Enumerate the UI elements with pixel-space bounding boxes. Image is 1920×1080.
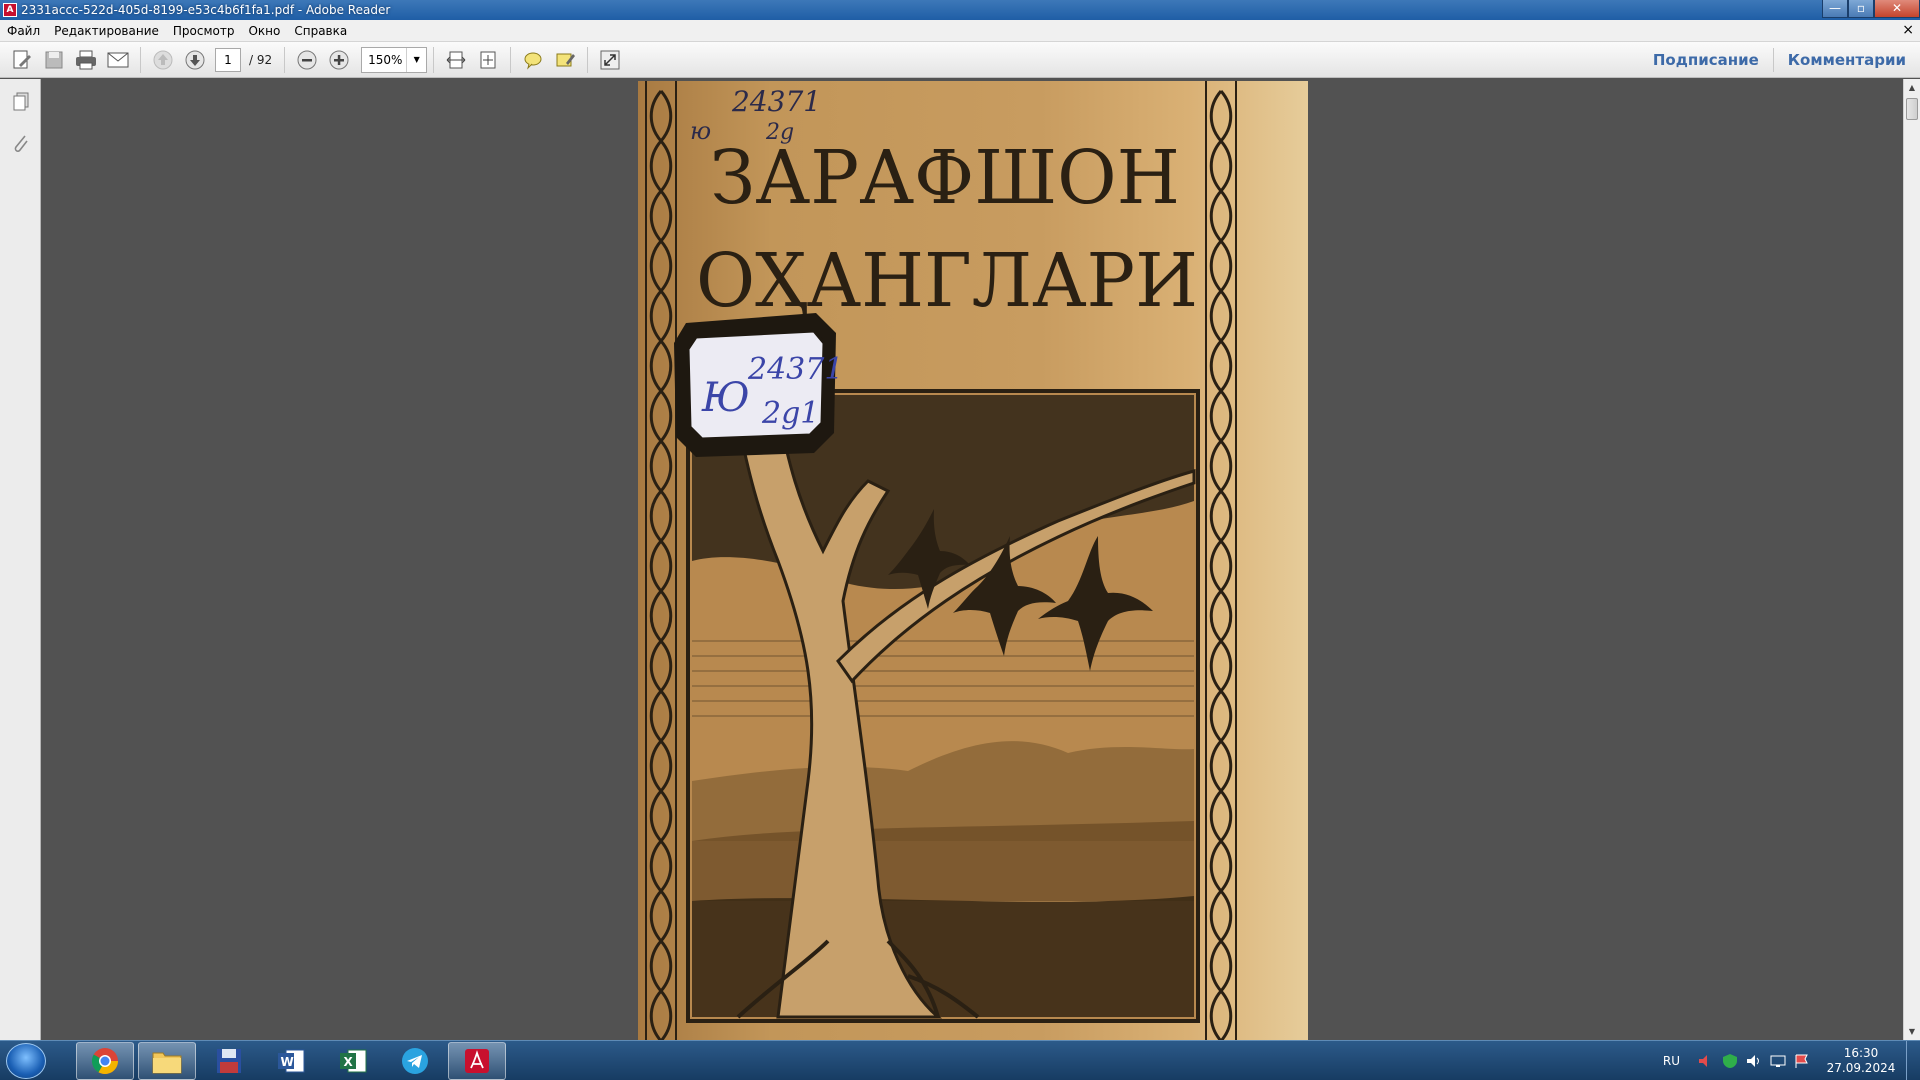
taskbar: W X RU 16:30 27.09.2024 xyxy=(0,1040,1920,1080)
handwritten-prefix: ю xyxy=(690,117,711,145)
attachments-icon[interactable] xyxy=(0,123,41,165)
stamp-prefix: Ю xyxy=(701,375,750,421)
library-stamp: 24371 Ю 2g1 xyxy=(674,313,843,457)
taskbar-save-app[interactable] xyxy=(200,1042,258,1080)
security-icon[interactable] xyxy=(1721,1053,1739,1069)
taskbar-chrome[interactable] xyxy=(76,1042,134,1080)
window-controls: — ▫ ✕ xyxy=(1822,0,1920,18)
page-number-input[interactable]: 1 xyxy=(215,47,241,72)
menu-help[interactable]: Справка xyxy=(287,24,354,38)
document-view[interactable]: 24371 ю 2g ЗАРАФШОН ОҲАНГЛАРИ 24371 Ю 2g… xyxy=(41,79,1903,1040)
clock[interactable]: 16:30 27.09.2024 xyxy=(1822,1046,1900,1076)
network-icon[interactable] xyxy=(1769,1053,1787,1069)
cover-title-line1: ЗАРАФШОН xyxy=(710,135,1180,221)
toolbar-separator xyxy=(587,46,589,73)
comment-icon[interactable] xyxy=(519,46,547,74)
toolbar: 1 / 92 150% ▼ Подписание Комментарии xyxy=(0,42,1920,78)
navigation-pane xyxy=(0,79,41,1040)
menu-window[interactable]: Окно xyxy=(241,24,287,38)
close-window-button[interactable]: ✕ xyxy=(1874,0,1920,18)
book-cover-illustration: 24371 ю 2g ЗАРАФШОН ОҲАНГЛАРИ 24371 Ю 2g… xyxy=(645,81,1237,1040)
taskbar-explorer[interactable] xyxy=(138,1042,196,1080)
show-desktop-button[interactable] xyxy=(1906,1041,1920,1080)
save-disk-icon xyxy=(217,1049,241,1073)
toolbar-separator xyxy=(433,46,435,73)
word-icon: W xyxy=(278,1049,305,1073)
toolbar-separator xyxy=(140,46,141,73)
vertical-scrollbar[interactable]: ▲ ▼ xyxy=(1903,79,1920,1040)
zoom-in-icon[interactable] xyxy=(325,46,353,74)
stamp-code: 2g1 xyxy=(761,396,819,431)
taskbar-excel[interactable]: X xyxy=(324,1042,382,1080)
highlight-icon[interactable] xyxy=(551,46,579,74)
excel-icon: X xyxy=(340,1049,367,1073)
action-center-flag-icon[interactable] xyxy=(1793,1053,1811,1069)
menu-view[interactable]: Просмотр xyxy=(166,24,242,38)
adobe-reader-icon xyxy=(465,1049,489,1073)
page-thumbnails-icon[interactable] xyxy=(0,81,41,123)
next-page-icon[interactable] xyxy=(181,46,209,74)
telegram-icon xyxy=(402,1048,428,1074)
file-explorer-icon xyxy=(152,1052,182,1074)
taskbar-telegram[interactable] xyxy=(386,1042,444,1080)
stamp-number: 24371 xyxy=(747,352,843,387)
comments-link[interactable]: Комментарии xyxy=(1774,51,1908,69)
page-total: / 92 xyxy=(249,52,273,67)
create-pdf-icon[interactable] xyxy=(8,46,36,74)
previous-page-icon[interactable] xyxy=(149,46,177,74)
print-icon[interactable] xyxy=(72,46,100,74)
taskbar-word[interactable]: W xyxy=(262,1042,320,1080)
language-indicator[interactable]: RU xyxy=(1663,1054,1680,1068)
window-titlebar: A 2331accc-522d-405d-8199-e53c4b6f1fa1.p… xyxy=(0,0,1920,20)
system-tray: RU 16:30 27.09.2024 xyxy=(1663,1041,1920,1080)
cover-title-line2: ОҲАНГЛАРИ xyxy=(696,238,1198,324)
chevron-down-icon[interactable]: ▼ xyxy=(406,47,426,72)
chrome-icon xyxy=(91,1048,119,1075)
menu-edit[interactable]: Редактирование xyxy=(47,24,166,38)
zoom-select[interactable]: 150% ▼ xyxy=(361,46,428,73)
close-document-button[interactable]: × xyxy=(1902,22,1914,38)
clock-time: 16:30 xyxy=(1843,1046,1879,1060)
adobe-reader-icon: A xyxy=(3,3,17,17)
minimize-button[interactable]: — xyxy=(1822,0,1848,18)
email-icon[interactable] xyxy=(104,46,132,74)
window-title: 2331accc-522d-405d-8199-e53c4b6f1fa1.pdf… xyxy=(21,3,391,17)
toolbar-right-links: Подписание Комментарии xyxy=(1639,42,1908,78)
menu-file[interactable]: Файл xyxy=(0,24,47,38)
fit-width-icon[interactable] xyxy=(442,46,470,74)
fullscreen-icon[interactable] xyxy=(596,46,624,74)
scroll-thumb[interactable] xyxy=(1906,98,1918,120)
start-button[interactable] xyxy=(6,1043,46,1079)
handwritten-number: 24371 xyxy=(731,85,821,118)
fit-page-icon[interactable] xyxy=(474,46,502,74)
scroll-up-icon[interactable]: ▲ xyxy=(1904,79,1920,96)
taskbar-adobe-reader[interactable] xyxy=(448,1042,506,1080)
save-icon[interactable] xyxy=(40,46,68,74)
toolbar-separator xyxy=(284,46,286,73)
pdf-page: 24371 ю 2g ЗАРАФШОН ОҲАНГЛАРИ 24371 Ю 2g… xyxy=(638,81,1308,1040)
clock-date: 27.09.2024 xyxy=(1826,1061,1896,1075)
menu-bar: Файл Редактирование Просмотр Окно Справк… xyxy=(0,20,1920,42)
toolbar-separator xyxy=(510,46,512,73)
zoom-out-icon[interactable] xyxy=(293,46,321,74)
svg-text:W: W xyxy=(281,1055,294,1069)
speaker-alert-icon[interactable] xyxy=(1697,1053,1715,1069)
scroll-down-icon[interactable]: ▼ xyxy=(1904,1023,1920,1040)
maximize-button[interactable]: ▫ xyxy=(1848,0,1874,18)
sign-link[interactable]: Подписание xyxy=(1639,51,1773,69)
svg-text:X: X xyxy=(344,1055,354,1069)
volume-icon[interactable] xyxy=(1745,1053,1763,1069)
zoom-value: 150% xyxy=(368,52,403,67)
